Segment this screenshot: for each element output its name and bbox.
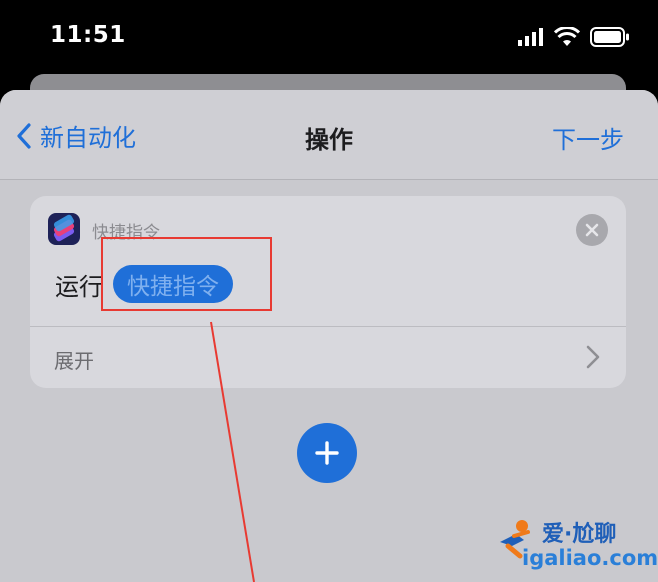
watermark: 爱·尬聊 igaliao.com <box>492 514 658 576</box>
watermark-url: igaliao.com <box>522 546 658 570</box>
watermark-brand: 爱·尬聊 <box>542 522 617 547</box>
annotation-arrow <box>210 321 255 582</box>
